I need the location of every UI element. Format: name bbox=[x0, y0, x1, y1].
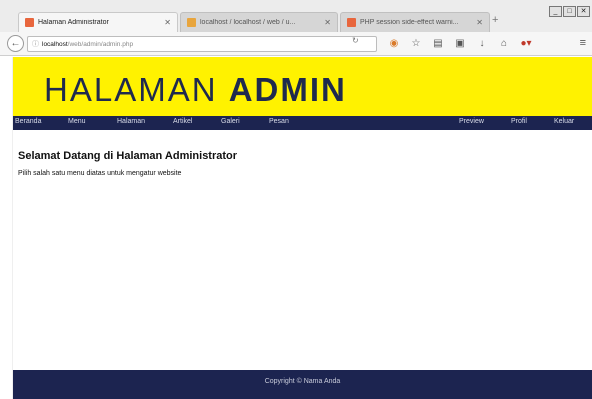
url-path: /web/admin/admin.php bbox=[67, 40, 134, 48]
maximize-button[interactable]: □ bbox=[563, 6, 576, 17]
tab-strip: Halaman Administrator ✕ localhost / loca… bbox=[0, 0, 592, 36]
nav-preview[interactable]: Preview bbox=[459, 118, 484, 125]
close-window-button[interactable]: ✕ bbox=[577, 6, 590, 17]
minimize-button[interactable]: _ bbox=[549, 6, 562, 17]
url-bar[interactable]: ⓘ localhost /web/admin/admin.php bbox=[27, 36, 377, 52]
new-tab-button[interactable]: + bbox=[492, 14, 498, 26]
nav-galeri[interactable]: Galeri bbox=[221, 118, 240, 125]
tab-label: localhost / localhost / web / u... bbox=[200, 19, 296, 26]
site-header: HALAMAN ADMIN bbox=[13, 57, 592, 116]
admin-page-favicon-icon bbox=[25, 18, 34, 27]
pocket-icon[interactable]: ◉ bbox=[384, 37, 404, 51]
site-title-bold: ADMIN bbox=[228, 71, 347, 108]
home-icon[interactable]: ⌂ bbox=[494, 37, 514, 51]
info-icon[interactable]: ⓘ bbox=[32, 39, 39, 49]
tab-halaman-administrator[interactable]: Halaman Administrator ✕ bbox=[18, 12, 178, 32]
back-arrow-icon: ← bbox=[10, 38, 21, 49]
nav-pesan[interactable]: Pesan bbox=[269, 118, 289, 125]
tab-php-session[interactable]: PHP session side-effect warni... ✕ bbox=[340, 12, 490, 32]
reload-icon[interactable]: ↻ bbox=[352, 36, 359, 45]
tab-label: PHP session side-effect warni... bbox=[360, 19, 459, 26]
pocket-save-icon[interactable]: ▣ bbox=[450, 37, 470, 51]
site-footer: Copyright © Nama Anda bbox=[13, 370, 592, 399]
stackoverflow-favicon-icon bbox=[347, 18, 356, 27]
nav-artikel[interactable]: Artikel bbox=[173, 118, 192, 125]
nav-keluar[interactable]: Keluar bbox=[554, 118, 574, 125]
page-left-gutter bbox=[0, 57, 13, 399]
addon-icon[interactable]: ●▾ bbox=[516, 37, 536, 51]
star-icon[interactable]: ☆ bbox=[406, 37, 426, 51]
close-tab-icon[interactable]: ✕ bbox=[164, 18, 171, 27]
close-tab-icon[interactable]: ✕ bbox=[476, 18, 483, 27]
welcome-heading: Selamat Datang di Halaman Administrator bbox=[18, 150, 238, 162]
tab-phpmyadmin[interactable]: localhost / localhost / web / u... ✕ bbox=[180, 12, 338, 32]
window-controls: _ □ ✕ bbox=[548, 6, 590, 17]
download-icon[interactable]: ↓ bbox=[472, 37, 492, 51]
close-tab-icon[interactable]: ✕ bbox=[324, 18, 331, 27]
tab-label: Halaman Administrator bbox=[38, 19, 109, 26]
nav-halaman[interactable]: Halaman bbox=[117, 118, 145, 125]
page-viewport: HALAMAN ADMIN Beranda Menu Halaman Artik… bbox=[13, 57, 592, 399]
reader-icon[interactable]: ▤ bbox=[428, 37, 448, 51]
back-button[interactable]: ← bbox=[7, 35, 24, 52]
main-content: Selamat Datang di Halaman Administrator … bbox=[13, 130, 592, 370]
toolbar-icons: ◉ ☆ ▤ ▣ ↓ ⌂ ●▾ bbox=[384, 37, 538, 51]
instruction-text: Pilih salah satu menu diatas untuk menga… bbox=[18, 170, 182, 177]
menu-icon[interactable]: ≡ bbox=[580, 37, 586, 49]
nav-beranda[interactable]: Beranda bbox=[15, 118, 41, 125]
navigation-bar: ← ⓘ localhost /web/admin/admin.php ↻ ◉ ☆… bbox=[0, 32, 592, 56]
nav-menu[interactable]: Menu bbox=[68, 118, 86, 125]
site-title: HALAMAN ADMIN bbox=[44, 71, 347, 109]
phpmyadmin-favicon-icon bbox=[187, 18, 196, 27]
nav-profil[interactable]: Profil bbox=[511, 118, 527, 125]
browser-window: Halaman Administrator ✕ localhost / loca… bbox=[0, 0, 592, 399]
url-host: localhost bbox=[42, 40, 68, 48]
site-nav: Beranda Menu Halaman Artikel Galeri Pesa… bbox=[13, 116, 592, 130]
footer-copyright: Copyright © Nama Anda bbox=[264, 378, 341, 385]
site-title-light: HALAMAN bbox=[44, 71, 229, 108]
